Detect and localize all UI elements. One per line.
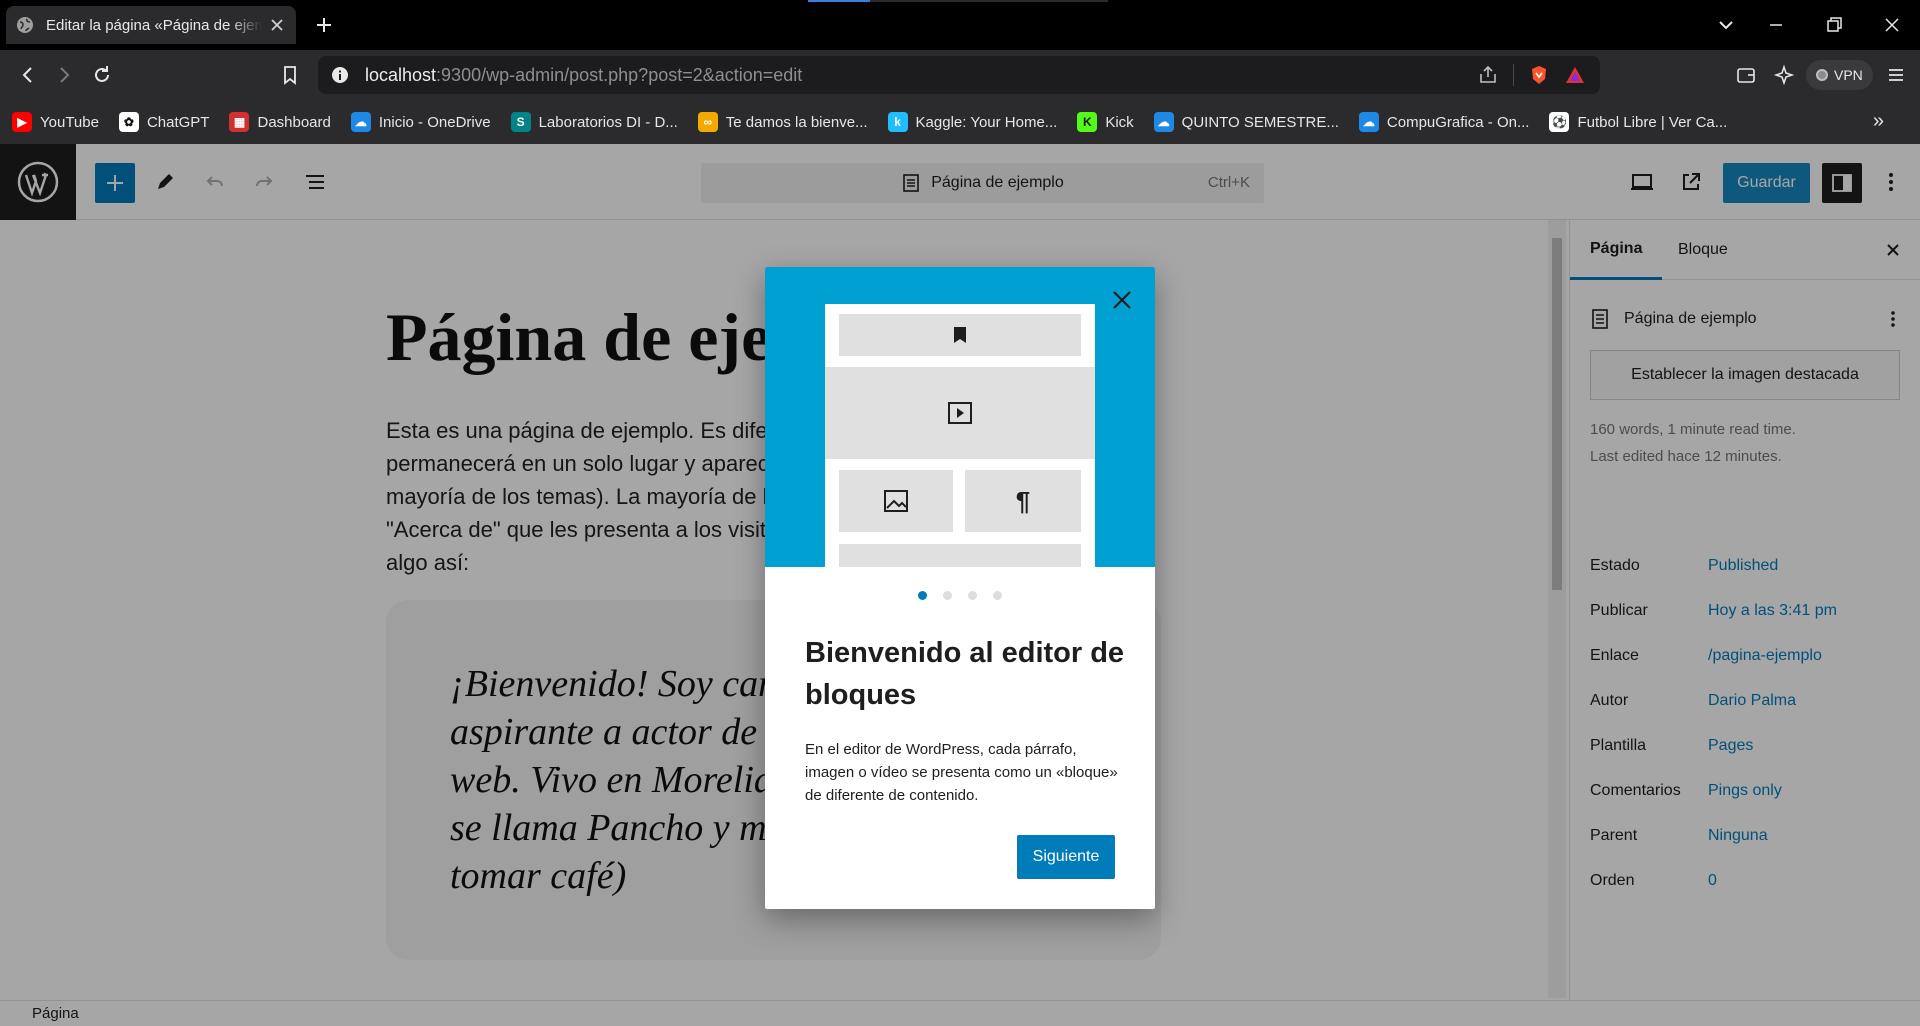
restore-icon[interactable] bbox=[1822, 13, 1846, 37]
vpn-label: VPN bbox=[1834, 67, 1863, 83]
site-info-icon[interactable] bbox=[331, 66, 349, 84]
illustration-image-block bbox=[839, 470, 953, 532]
illustration-video-block bbox=[825, 367, 1095, 459]
modal-body-text: En el editor de WordPress, cada párrafo,… bbox=[805, 741, 1118, 804]
vpn-button[interactable]: VPN bbox=[1806, 60, 1873, 90]
image-icon bbox=[883, 489, 909, 513]
bookmark-item[interactable]: ▶ YouTube bbox=[12, 112, 99, 132]
bookmark-item[interactable]: ▦ Dashboard bbox=[229, 112, 331, 132]
bookmark-label: Futbol Libre | Ver Ca... bbox=[1577, 113, 1728, 131]
onedrive-icon: ☁ bbox=[1358, 112, 1379, 132]
illustration-heading-block bbox=[839, 314, 1081, 356]
welcome-guide-modal: ¶ Bienvenido al editor de bloques En el … bbox=[765, 267, 1155, 909]
dashboard-icon: ▦ bbox=[229, 112, 250, 132]
illustration-bottom-block bbox=[839, 544, 1081, 567]
wallet-icon[interactable] bbox=[1734, 63, 1758, 87]
more-bookmarks-icon[interactable]: » bbox=[1873, 110, 1884, 133]
bookmark-label: QUINTO SEMESTRE... bbox=[1181, 113, 1339, 131]
brave-rewards-icon[interactable] bbox=[1564, 64, 1586, 86]
forward-icon[interactable] bbox=[52, 63, 76, 87]
reload-icon[interactable] bbox=[90, 63, 114, 87]
pagination-dot[interactable] bbox=[968, 591, 977, 600]
browser-tab-active[interactable]: Editar la página «Página de ejemplo» ‹ W… bbox=[6, 6, 296, 44]
tab-title: Editar la página «Página de ejemplo» ‹ W… bbox=[46, 16, 262, 34]
bookmark-label: Kick bbox=[1105, 113, 1134, 131]
pagination-dot[interactable] bbox=[943, 591, 952, 600]
url-path: :9300/wp-admin/post.php?post=2&action=ed… bbox=[436, 64, 803, 85]
browser-tab-bar: Editar la página «Página de ejemplo» ‹ W… bbox=[0, 0, 1920, 50]
bookmark-label: Te damos la bienve... bbox=[725, 113, 868, 131]
bookmark-label: CompuGrafica - On... bbox=[1386, 113, 1530, 131]
pagination-dot[interactable] bbox=[918, 591, 927, 600]
next-button[interactable]: Siguiente bbox=[1017, 835, 1115, 879]
bookmark-item[interactable]: S Laboratorios DI - D... bbox=[510, 112, 678, 132]
bookmark-item[interactable]: ⚽ Futbol Libre | Ver Ca... bbox=[1549, 112, 1727, 132]
bookmark-label: Inicio - OneDrive bbox=[378, 113, 491, 131]
wordpress-editor: Página de ejemplo Ctrl+K Guardar Página … bbox=[0, 144, 1920, 1026]
pagination-dots bbox=[765, 591, 1155, 600]
soccer-ball-icon: ⚽ bbox=[1549, 112, 1570, 132]
bookmark-item[interactable]: ☁ Inicio - OneDrive bbox=[350, 112, 491, 132]
onedrive-icon: ☁ bbox=[1153, 112, 1174, 132]
bookmark-label: Dashboard bbox=[257, 113, 331, 131]
bookmark-item[interactable]: k Kaggle: Your Home... bbox=[887, 112, 1058, 132]
bookmark-item[interactable]: ✿ ChatGPT bbox=[118, 112, 210, 132]
bookmark-label: Laboratorios DI - D... bbox=[538, 113, 678, 131]
bookmark-label: YouTube bbox=[40, 113, 99, 131]
leo-ai-icon[interactable] bbox=[1772, 63, 1796, 87]
paragraph-pilcrow-icon: ¶ bbox=[965, 470, 1081, 532]
brave-shields-icon[interactable] bbox=[1528, 64, 1550, 86]
bookmark-item[interactable]: ∞ Te damos la bienve... bbox=[697, 112, 868, 132]
close-tab-icon[interactable] bbox=[268, 16, 286, 34]
welcome-illustration: ¶ bbox=[765, 267, 1155, 567]
kaggle-icon: k bbox=[887, 112, 908, 132]
url-host: localhost bbox=[365, 64, 437, 85]
tab-search-chevron-icon[interactable] bbox=[1714, 13, 1738, 37]
bookmark-icon bbox=[952, 326, 968, 344]
bookmark-item[interactable]: ☁ QUINTO SEMESTRE... bbox=[1153, 112, 1339, 132]
modal-heading: Bienvenido al editor de bloques bbox=[805, 637, 1125, 711]
browser-menu-icon[interactable] bbox=[1884, 63, 1908, 87]
chatgpt-icon: ✿ bbox=[118, 112, 139, 132]
bookmark-item[interactable]: K Kick bbox=[1077, 112, 1134, 132]
coursera-icon: ∞ bbox=[697, 112, 718, 132]
youtube-icon: ▶ bbox=[12, 112, 32, 132]
sharepoint-icon: S bbox=[510, 112, 531, 132]
bookmark-label: ChatGPT bbox=[146, 113, 210, 131]
onedrive-icon: ☁ bbox=[350, 112, 371, 132]
illustration-card: ¶ bbox=[825, 304, 1095, 567]
tab-group-indicator bbox=[808, 0, 1108, 2]
bookmark-page-icon[interactable] bbox=[278, 63, 302, 87]
back-icon[interactable] bbox=[16, 63, 40, 87]
minimize-icon[interactable] bbox=[1764, 13, 1788, 37]
bookmarks-bar: ▶ YouTube ✿ ChatGPT ▦ Dashboard ☁ Inicio - OneD… bbox=[0, 100, 1920, 144]
kick-icon: K bbox=[1077, 112, 1098, 132]
share-icon[interactable] bbox=[1477, 64, 1499, 86]
browser-toolbar: localhost:9300/wp-admin/post.php?post=2&… bbox=[0, 50, 1920, 100]
close-window-icon[interactable] bbox=[1880, 13, 1904, 37]
bookmark-label: Kaggle: Your Home... bbox=[915, 113, 1058, 131]
url-text: localhost:9300/wp-admin/post.php?post=2&… bbox=[365, 65, 802, 86]
bookmark-item[interactable]: ☁ CompuGrafica - On... bbox=[1358, 112, 1530, 132]
globe-icon bbox=[16, 16, 34, 34]
new-tab-icon[interactable] bbox=[312, 13, 336, 37]
video-play-icon bbox=[947, 401, 973, 425]
address-bar[interactable]: localhost:9300/wp-admin/post.php?post=2&… bbox=[318, 56, 1600, 94]
vpn-status-icon bbox=[1816, 69, 1828, 81]
close-modal-icon[interactable] bbox=[1109, 287, 1135, 313]
pagination-dot[interactable] bbox=[993, 591, 1002, 600]
